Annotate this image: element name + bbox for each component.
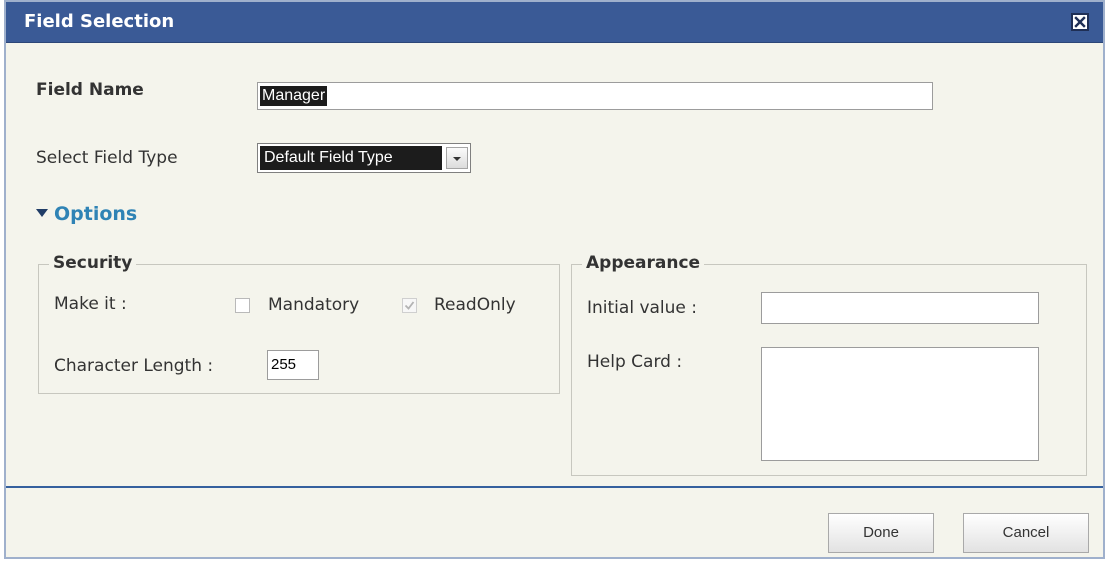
- close-button[interactable]: [1071, 13, 1089, 31]
- dialog-title: Field Selection: [24, 11, 175, 32]
- character-length-label: Character Length :: [54, 356, 214, 376]
- initial-value-input[interactable]: [761, 292, 1039, 324]
- dialog-titlebar[interactable]: Field Selection: [6, 2, 1103, 43]
- chevron-down-icon: [453, 157, 461, 161]
- field-selection-dialog: Field Selection Field Name Manager Selec…: [4, 0, 1105, 559]
- security-legend: Security: [49, 253, 137, 273]
- field-name-input[interactable]: Manager: [257, 82, 933, 110]
- character-length-input[interactable]: 255: [267, 350, 319, 380]
- readonly-label: ReadOnly: [434, 295, 516, 315]
- done-button[interactable]: Done: [828, 513, 934, 553]
- options-toggle[interactable]: Options: [36, 203, 137, 227]
- help-card-textarea[interactable]: [761, 347, 1039, 461]
- close-icon: [1074, 16, 1086, 28]
- help-card-label: Help Card :: [587, 352, 683, 372]
- field-type-selected-value: Default Field Type: [260, 146, 442, 170]
- checkmark-icon: [404, 301, 415, 310]
- appearance-legend: Appearance: [582, 253, 705, 273]
- initial-value-label: Initial value :: [587, 298, 698, 318]
- readonly-checkbox[interactable]: [402, 298, 417, 313]
- cancel-button[interactable]: Cancel: [963, 513, 1089, 553]
- field-name-label: Field Name: [36, 80, 144, 100]
- make-it-label: Make it :: [54, 294, 127, 314]
- mandatory-checkbox[interactable]: [235, 298, 250, 313]
- field-name-value: Manager: [260, 86, 328, 106]
- footer-divider: [6, 486, 1103, 488]
- options-label: Options: [54, 203, 138, 225]
- mandatory-label: Mandatory: [268, 295, 360, 315]
- field-type-select[interactable]: Default Field Type: [257, 143, 471, 173]
- expand-arrow-icon: [36, 209, 48, 217]
- field-type-dropdown-button[interactable]: [446, 147, 468, 169]
- field-type-label: Select Field Type: [36, 148, 178, 168]
